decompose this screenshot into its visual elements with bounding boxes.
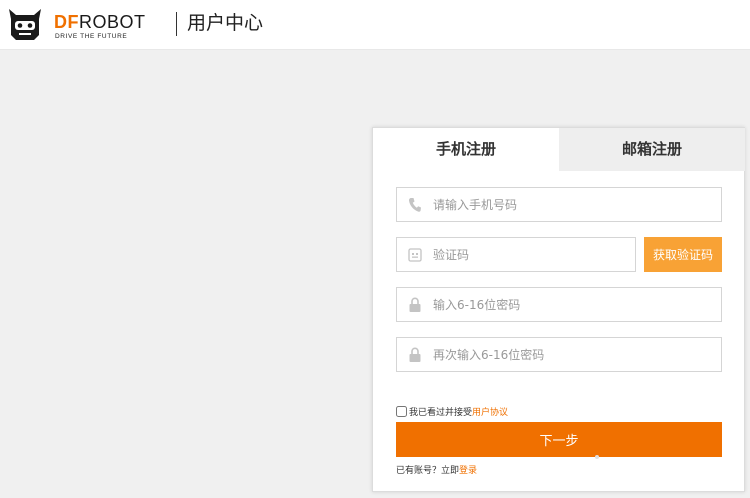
- tab-email-register[interactable]: 邮箱注册: [559, 128, 745, 171]
- login-link[interactable]: 登录: [459, 466, 477, 476]
- header-divider: [176, 12, 177, 36]
- password-confirm-field: [396, 337, 722, 372]
- lock-icon: [409, 347, 421, 362]
- site-header: DFROBOT DRIVE THE FUTURE 用户中心: [0, 0, 750, 50]
- get-code-button[interactable]: 获取验证码: [644, 237, 722, 272]
- login-prompt: 已有账号？立即登录: [396, 463, 477, 476]
- robot-logo-icon[interactable]: [6, 5, 44, 43]
- brand-robot: ROBOT: [79, 12, 146, 32]
- agree-text: 我已看过并接受: [409, 407, 473, 418]
- agreement-row: 我已看过并接受 用户协议: [396, 404, 508, 418]
- brand-tagline: DRIVE THE FUTURE: [55, 33, 128, 40]
- tab-phone-register[interactable]: 手机注册: [373, 128, 559, 171]
- password-input[interactable]: [433, 288, 713, 321]
- lock-icon: [409, 297, 421, 312]
- have-account-text: 已有账号？立即: [396, 466, 460, 476]
- code-icon: [408, 248, 422, 262]
- brand-logo-text[interactable]: DFROBOT: [54, 13, 146, 31]
- register-panel: 手机注册 邮箱注册 获取验证码 我已看过并接受用户协议: [372, 127, 745, 492]
- password-confirm-input[interactable]: [433, 338, 713, 371]
- agreement-link[interactable]: 用户协议: [472, 405, 508, 418]
- brand-df: DF: [54, 12, 79, 32]
- agree-checkbox[interactable]: [396, 405, 407, 417]
- phone-input[interactable]: [433, 188, 713, 221]
- phone-icon: [408, 198, 421, 212]
- phone-field: [396, 187, 722, 222]
- code-field: [396, 237, 636, 272]
- code-input[interactable]: [433, 238, 623, 271]
- password-field: [396, 287, 722, 322]
- page-title: 用户中心: [187, 12, 264, 34]
- decorative-dot: [595, 455, 599, 459]
- next-step-button[interactable]: 下一步: [396, 422, 722, 457]
